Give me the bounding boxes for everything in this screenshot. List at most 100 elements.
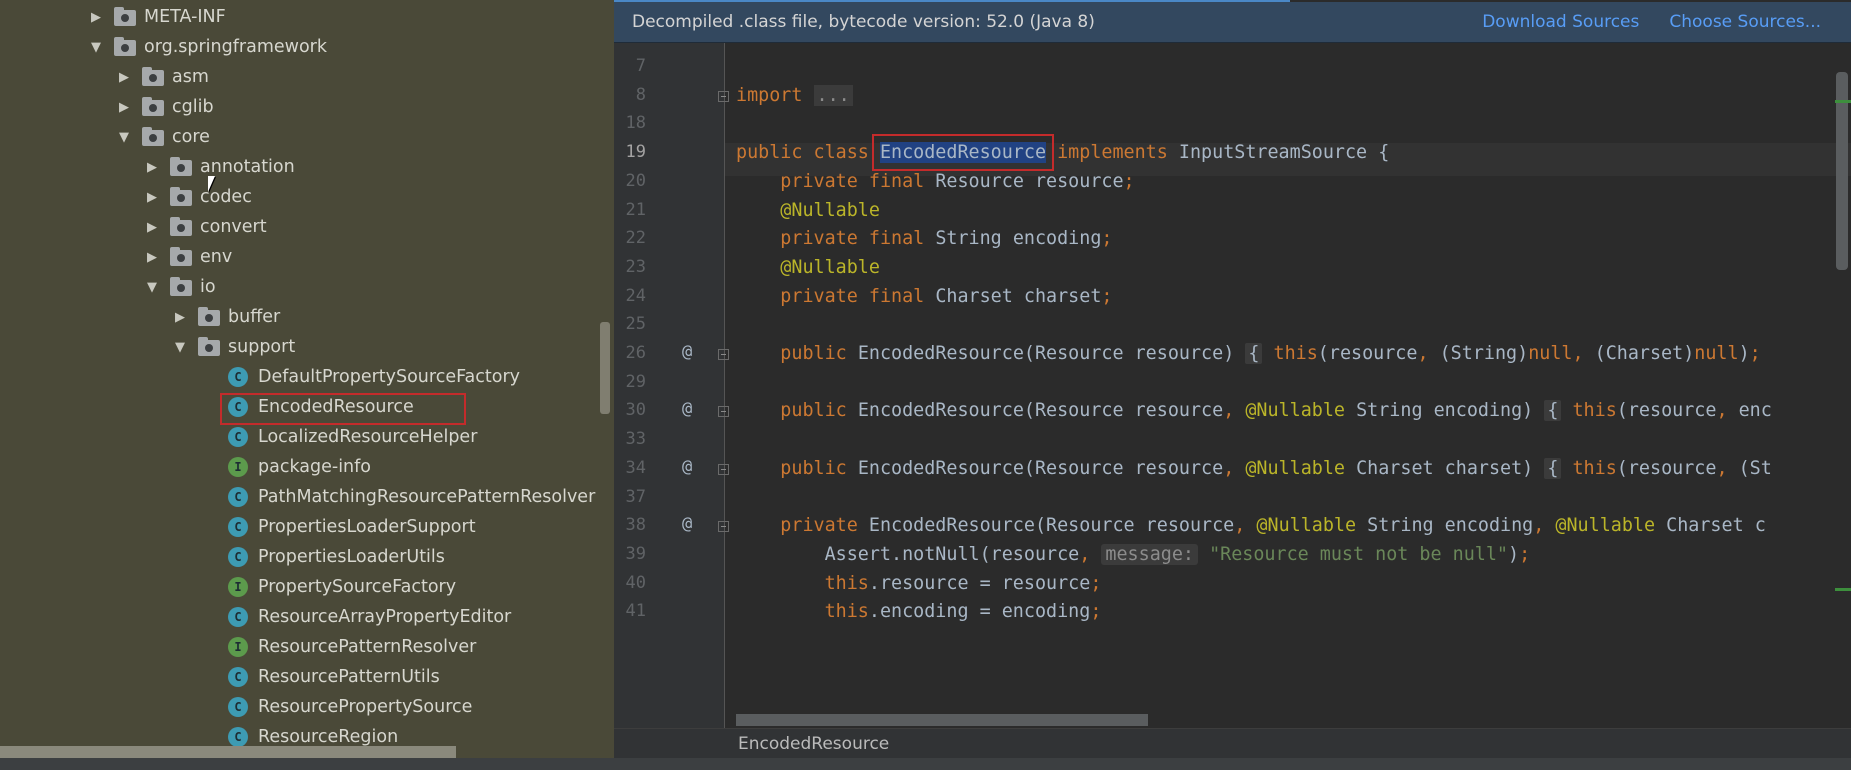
override-marker-icon[interactable]: @ — [682, 342, 692, 362]
expanded-arrow-icon[interactable]: ▼ — [88, 39, 104, 55]
tree-item[interactable]: C PropertiesLoaderSupport — [0, 512, 614, 542]
tree-item[interactable]: ▼ io — [0, 272, 614, 302]
collapsed-arrow-icon[interactable]: ▶ — [144, 219, 160, 235]
package-folder-icon — [170, 157, 192, 177]
tree-item[interactable]: C LocalizedResourceHelper — [0, 422, 614, 452]
tree-item-label: ResourcePropertySource — [258, 697, 473, 717]
tree-item-label: env — [200, 247, 233, 267]
tree-item-label: LocalizedResourceHelper — [258, 427, 478, 447]
code-line[interactable]: public EncodedResource(Resource resource… — [736, 396, 1772, 426]
fold-toggle-icon[interactable] — [718, 521, 729, 533]
class-icon: C — [228, 427, 248, 447]
tree-item-label: PropertiesLoaderSupport — [258, 517, 476, 537]
tree-item[interactable]: ▼ core — [0, 122, 614, 152]
project-tree: ▶ META-INF ▼ org.springframework ▶ asm ▶ cglib ▼… — [0, 0, 614, 770]
tree-item[interactable]: ▶ convert — [0, 212, 614, 242]
code-line[interactable]: private EncodedResource(Resource resourc… — [736, 511, 1766, 541]
code-line[interactable]: public class EncodedResource implements … — [736, 134, 1389, 172]
code-line[interactable]: this.encoding = encoding; — [736, 597, 1102, 627]
tree-item[interactable]: Ipackage-info — [0, 452, 614, 482]
collapsed-arrow-icon[interactable]: ▶ — [144, 249, 160, 265]
collapsed-arrow-icon[interactable]: ▶ — [144, 189, 160, 205]
tree-item[interactable]: ▼ org.springframework — [0, 32, 614, 62]
line-number: 20 — [625, 170, 646, 191]
tree-vertical-scrollbar[interactable] — [600, 322, 610, 414]
code-line[interactable]: public EncodedResource(Resource resource… — [736, 339, 1761, 369]
expanded-arrow-icon[interactable]: ▼ — [116, 129, 132, 145]
override-marker-icon[interactable]: @ — [682, 514, 692, 534]
code-line[interactable]: Assert.notNull(resource, message: "Resou… — [736, 540, 1530, 570]
collapsed-arrow-icon[interactable]: ▶ — [116, 69, 132, 85]
tree-item[interactable]: ▶ cglib — [0, 92, 614, 122]
tree-item[interactable]: ▶ buffer — [0, 302, 614, 332]
code-editor[interactable]: Decompiled .class file, bytecode version… — [614, 0, 1851, 770]
tree-item[interactable]: C ResourceArrayPropertyEditor — [0, 602, 614, 632]
code-area[interactable]: import ... public class EncodedResource i… — [736, 0, 1851, 728]
editor-horizontal-scrollbar[interactable] — [736, 714, 1148, 726]
line-number-gutter[interactable]: 7 8 18 19 20 21 22 23 24 25 26 @29 30 @33 34 @37 38 @39 40… — [614, 43, 729, 728]
fold-toggle-icon[interactable] — [718, 406, 729, 418]
line-number: 30 — [625, 400, 646, 421]
tree-item[interactable]: C PathMatchingResourcePatternResolver — [0, 482, 614, 512]
collapsed-arrow-icon[interactable]: ▶ — [116, 99, 132, 115]
line-number: 29 — [625, 371, 646, 392]
code-line[interactable]: @Nullable — [736, 196, 880, 226]
line-number: 37 — [625, 486, 646, 507]
code-line[interactable]: private final Resource resource; — [736, 167, 1134, 197]
line-number: 8 — [635, 84, 646, 105]
tree-item[interactable]: I ResourcePatternResolver — [0, 632, 614, 662]
class-icon: C — [228, 697, 248, 717]
tree-item-label: META-INF — [144, 7, 226, 27]
selection-highlight-box — [220, 393, 466, 425]
tree-item-label: core — [172, 127, 210, 147]
tree-item[interactable]: C DefaultPropertySourceFactory — [0, 362, 614, 392]
expanded-arrow-icon[interactable]: ▼ — [172, 339, 188, 355]
code-line[interactable]: this.resource = resource; — [736, 569, 1102, 599]
tree-item[interactable]: I PropertySourceFactory — [0, 572, 614, 602]
fold-toggle-icon[interactable] — [718, 463, 729, 475]
fold-toggle-icon[interactable] — [718, 349, 729, 360]
line-number: 26 — [625, 343, 646, 363]
package-folder-icon — [142, 127, 164, 147]
class-icon: C — [228, 727, 248, 747]
line-number: 39 — [625, 543, 646, 564]
code-line[interactable]: public EncodedResource(Resource resource… — [736, 454, 1772, 484]
class-icon: C — [228, 667, 248, 687]
line-number: 7 — [635, 56, 646, 76]
interface-icon: I — [228, 457, 248, 477]
package-folder-icon — [170, 187, 192, 207]
tree-item[interactable]: ▶ codec — [0, 182, 614, 212]
line-number: 40 — [625, 572, 646, 593]
change-marker — [1835, 588, 1851, 591]
tree-item-label: convert — [200, 217, 267, 237]
override-marker-icon[interactable]: @ — [682, 399, 692, 419]
code-line[interactable]: private final Charset charset; — [736, 282, 1112, 312]
expanded-arrow-icon[interactable]: ▼ — [144, 279, 160, 295]
code-line[interactable]: private final String encoding; — [736, 224, 1112, 254]
breadcrumb-item[interactable]: EncodedResource — [738, 734, 889, 754]
package-folder-icon — [114, 7, 136, 27]
line-number: 18 — [625, 113, 646, 134]
tree-item[interactable]: ▶ env — [0, 242, 614, 272]
tree-item[interactable]: C ResourcePatternUtils — [0, 662, 614, 692]
tree-item[interactable]: ▼ support — [0, 332, 614, 362]
class-icon: C — [228, 547, 248, 567]
tree-item[interactable]: ▶ asm — [0, 62, 614, 92]
code-line[interactable]: @Nullable — [736, 253, 880, 283]
tree-item[interactable]: ▶ annotation — [0, 152, 614, 182]
code-line[interactable]: import ... — [736, 81, 853, 111]
tree-item[interactable]: ▶ META-INF — [0, 2, 614, 32]
collapsed-arrow-icon[interactable]: ▶ — [88, 9, 104, 25]
tree-item-label: org.springframework — [144, 37, 327, 57]
tree-item[interactable]: C PropertiesLoaderUtils — [0, 542, 614, 572]
package-folder-icon — [170, 277, 192, 297]
tree-item-label: PropertiesLoaderUtils — [258, 547, 445, 567]
interface-icon: I — [228, 637, 248, 657]
fold-toggle-icon[interactable] — [718, 90, 729, 102]
collapsed-arrow-icon[interactable]: ▶ — [144, 159, 160, 175]
override-marker-icon[interactable]: @ — [682, 457, 692, 477]
tree-item[interactable]: C ResourcePropertySource — [0, 692, 614, 722]
collapsed-arrow-icon[interactable]: ▶ — [172, 309, 188, 325]
tree-horizontal-scrollbar[interactable] — [0, 746, 456, 758]
tree-item-label: ResourcePatternResolver — [258, 637, 477, 657]
